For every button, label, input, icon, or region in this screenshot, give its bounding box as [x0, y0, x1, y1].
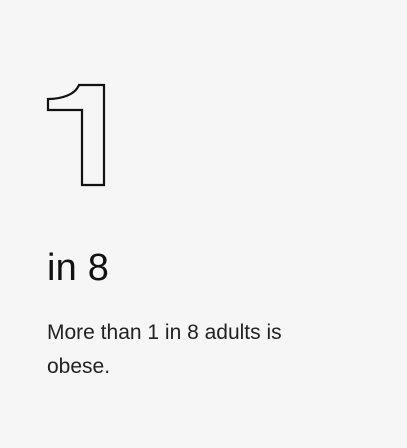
stat-headline: in 8	[47, 247, 110, 289]
stat-card: in 8 More than 1 in 8 adults is obese.	[0, 0, 407, 448]
stat-description: More than 1 in 8 adults is obese.	[47, 321, 282, 378]
outlined-numeral-one	[45, 82, 109, 188]
